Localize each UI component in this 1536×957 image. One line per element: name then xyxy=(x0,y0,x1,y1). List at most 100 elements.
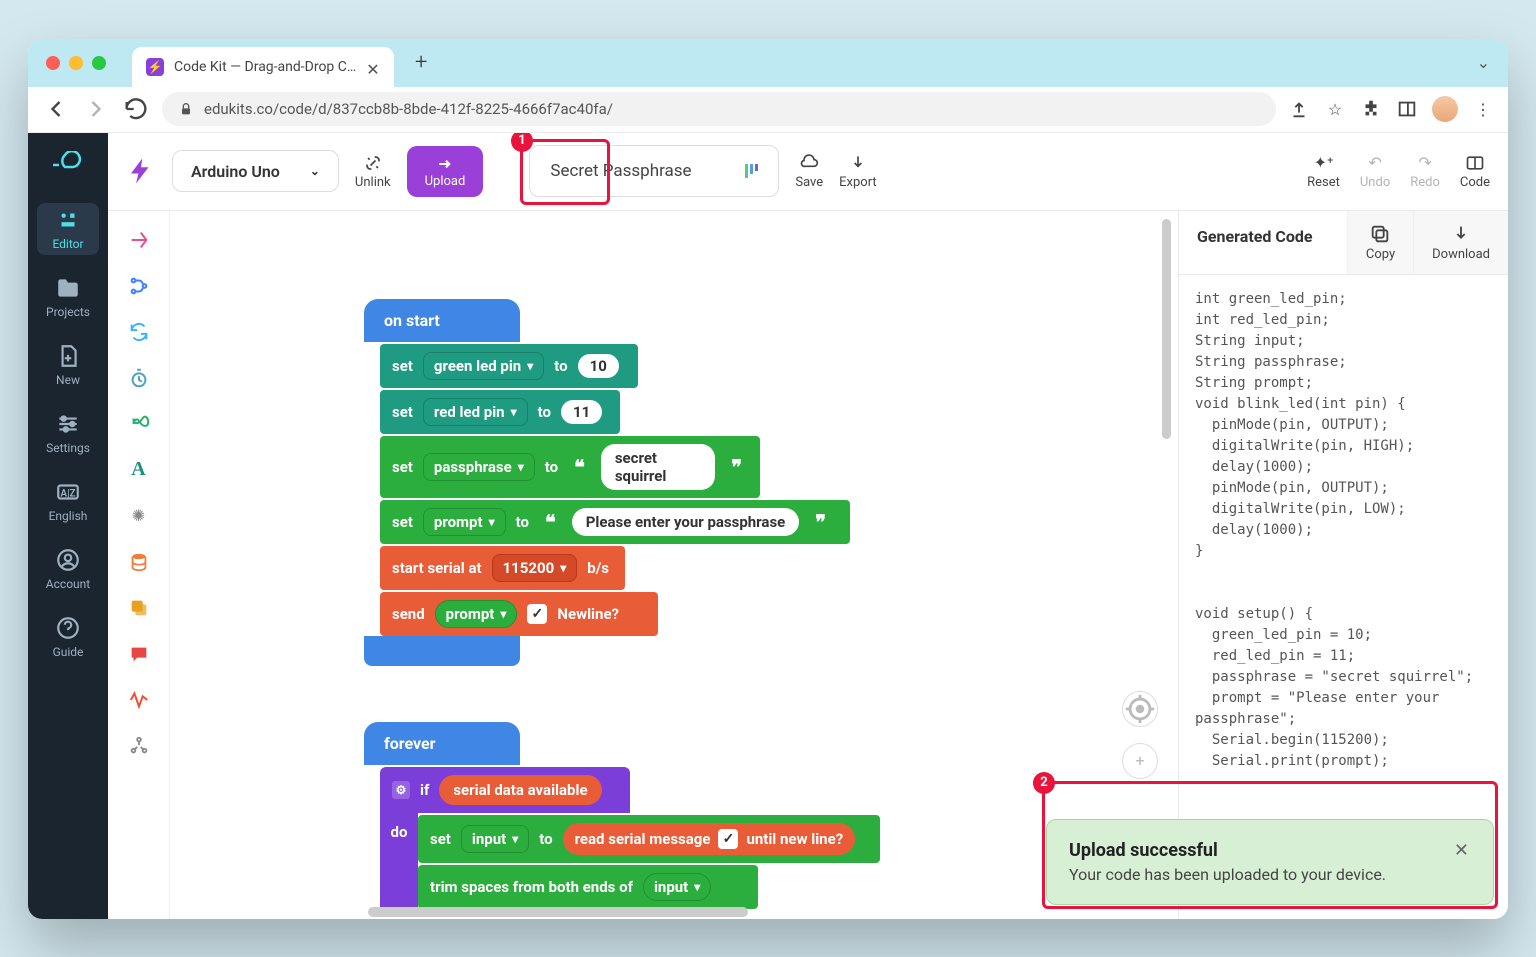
quote-close-icon: ❞ xyxy=(809,510,832,534)
rail-language[interactable]: A|Z English xyxy=(37,475,99,527)
upload-arrow-icon xyxy=(434,154,456,174)
block-hat-onstart[interactable]: on start xyxy=(364,299,520,342)
read-serial-block[interactable]: read serial message ✓ until new line? xyxy=(563,823,856,855)
cat-time-icon[interactable] xyxy=(128,367,150,389)
cat-text-icon[interactable]: A xyxy=(128,459,150,481)
window-minimize-button[interactable] xyxy=(69,56,83,70)
rail-account[interactable]: Account xyxy=(37,543,99,595)
tab-close-button[interactable]: ✕ xyxy=(366,60,380,74)
board-select[interactable]: Arduino Uno ⌄ xyxy=(172,150,339,192)
baud-dropdown[interactable]: 115200 ▾ xyxy=(492,554,578,582)
block-trim: trim spaces from both ends of input ▾ xyxy=(418,865,758,909)
string-input[interactable]: Please enter your passphrase xyxy=(572,508,800,536)
bookmark-icon[interactable]: ☆ xyxy=(1324,98,1346,120)
block-set-input: set input ▾ to read serial message ✓ unt… xyxy=(418,815,880,863)
cat-branch-icon[interactable] xyxy=(128,275,150,297)
menu-icon[interactable]: ⋮ xyxy=(1472,98,1494,120)
until-checkbox[interactable]: ✓ xyxy=(718,829,738,849)
reset-button[interactable]: ✦⁺ Reset xyxy=(1307,153,1340,190)
rail-new[interactable]: New xyxy=(37,339,99,391)
var-dropdown[interactable]: input ▾ xyxy=(643,873,711,901)
upload-button[interactable]: Upload xyxy=(407,146,484,197)
cat-infinity-icon[interactable] xyxy=(128,413,150,435)
svg-text:A|Z: A|Z xyxy=(61,488,76,499)
block-hat-forever[interactable]: forever xyxy=(364,722,520,765)
cat-comment-icon[interactable] xyxy=(128,643,150,665)
panel-icon[interactable] xyxy=(1396,98,1418,120)
undo-button[interactable]: ↶ Undo xyxy=(1360,153,1390,190)
rail-settings[interactable]: Settings xyxy=(37,407,99,459)
cat-wave-icon[interactable] xyxy=(128,689,150,711)
var-dropdown[interactable]: input ▾ xyxy=(461,825,529,853)
window-close-button[interactable] xyxy=(46,56,60,70)
export-button[interactable]: Export xyxy=(839,153,877,190)
tabs-overflow-icon[interactable]: ⌄ xyxy=(1477,53,1490,72)
block-start-serial: start serial at 115200 ▾ b/s xyxy=(380,546,625,590)
sparkle-icon: ✦⁺ xyxy=(1314,153,1334,173)
cat-start-icon[interactable] xyxy=(128,229,150,251)
forward-button[interactable] xyxy=(82,95,110,123)
redo-button[interactable]: ↷ Redo xyxy=(1410,153,1440,190)
newline-checkbox[interactable]: ✓ xyxy=(527,604,547,624)
avatar[interactable] xyxy=(1432,96,1458,122)
copy-icon xyxy=(1369,223,1391,245)
quote-close-icon: ❞ xyxy=(725,455,748,479)
zoom-in-button[interactable]: + xyxy=(1122,743,1158,779)
block-stack-forever[interactable]: forever ⚙ if serial data available do xyxy=(364,722,880,909)
var-dropdown[interactable]: red led pin ▾ xyxy=(423,398,528,426)
redo-icon: ↷ xyxy=(1418,153,1431,173)
new-tab-button[interactable]: + xyxy=(408,50,434,76)
var-dropdown[interactable]: prompt ▾ xyxy=(435,600,518,628)
center-canvas-button[interactable] xyxy=(1122,691,1158,727)
cat-nodes-icon[interactable] xyxy=(128,735,150,757)
condition-block[interactable]: serial data available xyxy=(439,775,601,805)
project-name-input[interactable]: Secret Passphrase xyxy=(529,145,779,197)
window-maximize-button[interactable] xyxy=(92,56,106,70)
code-toggle-button[interactable]: Code xyxy=(1460,153,1490,190)
code-panel: Generated Code Copy Download int green_l… xyxy=(1178,211,1508,919)
toast-close-button[interactable]: ✕ xyxy=(1452,840,1471,884)
browser-titlebar: ⚡ Code Kit — Drag-and-Drop C… ✕ + ⌄ xyxy=(28,39,1508,87)
lock-icon xyxy=(178,101,194,117)
url-input[interactable]: edukits.co/code/d/837ccb8b-8bde-412f-822… xyxy=(162,92,1276,126)
share-icon[interactable] xyxy=(1288,98,1310,120)
var-dropdown[interactable]: green led pin ▾ xyxy=(423,352,544,380)
folder-icon xyxy=(55,275,81,301)
block-stack-onstart[interactable]: on start set green led pin ▾ to 10 set r… xyxy=(364,299,880,666)
gear-icon[interactable]: ⚙ xyxy=(392,781,410,799)
cat-layers-icon[interactable] xyxy=(128,597,150,619)
url-bar: edukits.co/code/d/837ccb8b-8bde-412f-822… xyxy=(28,87,1508,133)
toast-notification: Upload successful Your code has been upl… xyxy=(1046,819,1494,905)
string-input[interactable]: secret squirrel xyxy=(601,444,715,490)
rail-editor[interactable]: Editor xyxy=(37,203,99,255)
tab-title: Code Kit — Drag-and-Drop C… xyxy=(174,59,356,75)
copy-code-button[interactable]: Copy xyxy=(1347,211,1413,274)
cat-loop-icon[interactable] xyxy=(128,321,150,343)
extensions-icon[interactable] xyxy=(1360,98,1382,120)
cat-db-icon[interactable] xyxy=(128,551,150,573)
download-icon xyxy=(848,153,868,173)
unlink-button[interactable]: Unlink xyxy=(355,153,391,190)
download-code-button[interactable]: Download xyxy=(1413,211,1508,274)
block-set-green: set green led pin ▾ to 10 xyxy=(380,344,638,388)
undo-icon: ↶ xyxy=(1368,153,1381,173)
value-pill[interactable]: 11 xyxy=(561,400,602,424)
tab-favicon: ⚡ xyxy=(146,58,164,76)
quote-open-icon: ❝ xyxy=(539,510,562,534)
rail-projects[interactable]: Projects xyxy=(37,271,99,323)
value-pill[interactable]: 10 xyxy=(578,354,619,378)
scrollbar-horizontal[interactable] xyxy=(170,905,1178,919)
scrollbar-vertical[interactable] xyxy=(1162,219,1176,439)
help-icon xyxy=(55,615,81,641)
logo-icon[interactable] xyxy=(43,143,93,187)
reload-button[interactable] xyxy=(122,95,150,123)
var-dropdown[interactable]: prompt ▾ xyxy=(423,508,506,536)
var-dropdown[interactable]: passphrase ▾ xyxy=(423,453,535,481)
block-category-strip: A ✺ xyxy=(108,211,170,919)
save-button[interactable]: Save xyxy=(795,153,823,190)
block-canvas[interactable]: on start set green led pin ▾ to 10 set r… xyxy=(170,211,1178,919)
back-button[interactable] xyxy=(42,95,70,123)
cat-light-icon[interactable]: ✺ xyxy=(128,505,150,527)
browser-tab[interactable]: ⚡ Code Kit — Drag-and-Drop C… ✕ xyxy=(132,47,394,87)
rail-guide[interactable]: Guide xyxy=(37,611,99,663)
